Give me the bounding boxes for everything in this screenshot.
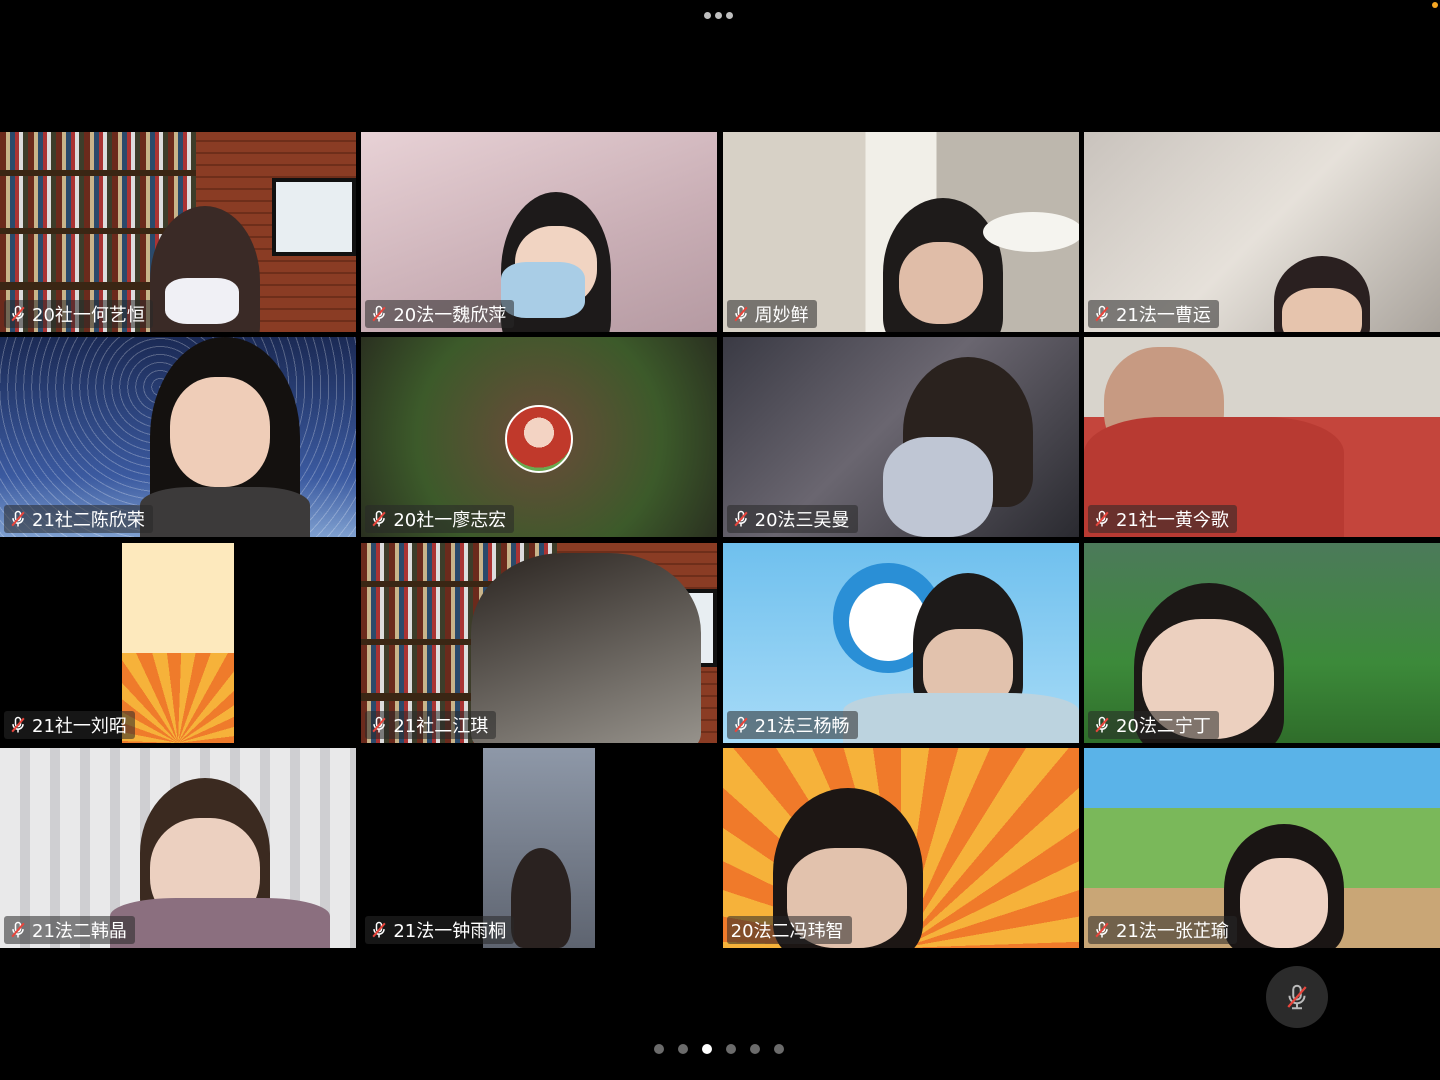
page-indicator[interactable] (654, 1044, 784, 1054)
video-tile[interactable]: 20法三吴曼 (722, 337, 1079, 538)
video-tile[interactable]: 20社一廖志宏 (361, 337, 718, 538)
participant-name-tag: 20法二冯玮智 (726, 915, 852, 944)
mic-muted-icon (1092, 509, 1112, 529)
mic-muted-icon (731, 715, 751, 735)
participant-name-tag: 21法二韩晶 (4, 915, 135, 944)
participant-name: 21社二陈欣荣 (32, 510, 145, 532)
mic-muted-icon (8, 509, 28, 529)
page-dot[interactable] (750, 1044, 760, 1054)
participant-name: 20法三吴曼 (754, 510, 850, 532)
mic-muted-icon (1282, 982, 1312, 1012)
participant-name: 21法一钟雨桐 (393, 920, 507, 942)
mic-toggle-button[interactable] (1266, 966, 1328, 1028)
video-tile[interactable]: 21法三杨畅 (722, 542, 1079, 743)
mic-muted-icon (8, 920, 28, 940)
participant-grid: 20社一何艺恒 20法一魏欣萍 周妙鲜 21法一曹运 21社二陈欣荣 20社一廖… (0, 132, 1440, 948)
participant-name-tag: 21法一曹运 (1087, 300, 1219, 328)
mic-muted-icon (1092, 920, 1112, 940)
participant-name: 20法二冯玮智 (730, 920, 844, 942)
participant-name-tag: 20法三吴曼 (726, 505, 858, 534)
page-dot[interactable] (726, 1044, 736, 1054)
page-dot[interactable] (702, 1044, 712, 1054)
participant-name-tag: 21社二江琪 (365, 710, 497, 739)
mic-muted-icon (731, 509, 751, 529)
participant-name-tag: 21法一钟雨桐 (365, 915, 515, 944)
video-tile[interactable]: 21法一曹运 (1083, 132, 1440, 332)
video-tile[interactable]: 20法二宁丁 (1083, 542, 1440, 743)
video-tile[interactable]: 21社一刘昭 (0, 542, 356, 743)
video-tile[interactable]: 21社一黄今歌 (1083, 337, 1440, 538)
page-dot[interactable] (654, 1044, 664, 1054)
page-dot[interactable] (678, 1044, 688, 1054)
mic-muted-icon (369, 715, 389, 735)
page-dot[interactable] (774, 1044, 784, 1054)
participant-name: 20法一魏欣萍 (393, 305, 507, 326)
participant-name: 21法三杨畅 (754, 715, 850, 737)
participant-name: 21法二韩晶 (32, 920, 127, 942)
mic-muted-icon (8, 715, 28, 735)
participant-name-tag: 21社一刘昭 (4, 710, 135, 739)
more-dots-icon[interactable] (704, 12, 733, 19)
participant-name: 周妙鲜 (754, 305, 809, 326)
participant-name: 21法一张芷瑜 (1115, 920, 1229, 942)
participant-name-tag: 21社二陈欣荣 (4, 505, 153, 534)
mic-muted-icon (8, 304, 28, 324)
video-tile[interactable]: 20法二冯玮智 (722, 747, 1079, 948)
video-tile[interactable]: 21法一钟雨桐 (361, 747, 718, 948)
video-tile[interactable]: 周妙鲜 (722, 132, 1079, 332)
participant-name: 20法二宁丁 (1115, 715, 1211, 737)
participant-name-tag: 21社一黄今歌 (1087, 505, 1237, 534)
video-tile[interactable]: 21社二江琪 (361, 542, 718, 743)
mic-muted-icon (369, 304, 389, 324)
status-indicator-dot (1432, 2, 1438, 8)
video-tile[interactable]: 21法一张芷瑜 (1083, 747, 1440, 948)
participant-name-tag: 21法三杨畅 (726, 710, 858, 739)
participant-name-tag: 20社一何艺恒 (4, 300, 153, 328)
video-tile[interactable]: 21社二陈欣荣 (0, 337, 356, 538)
mic-muted-icon (1092, 715, 1112, 735)
participant-name: 21社一黄今歌 (1115, 510, 1229, 532)
participant-name: 20社一廖志宏 (393, 510, 507, 532)
participant-name: 21社一刘昭 (32, 715, 127, 737)
mic-muted-icon (1092, 304, 1112, 324)
mic-muted-icon (731, 304, 751, 324)
participant-name-tag: 21法一张芷瑜 (1087, 915, 1237, 944)
video-tile[interactable]: 21法二韩晶 (0, 747, 356, 948)
participant-name-tag: 20社一廖志宏 (365, 505, 515, 534)
participant-name-tag: 周妙鲜 (726, 300, 817, 328)
participant-name: 21法一曹运 (1115, 305, 1211, 326)
video-tile[interactable]: 20社一何艺恒 (0, 132, 356, 332)
video-tile[interactable]: 20法一魏欣萍 (361, 132, 718, 332)
mic-muted-icon (369, 509, 389, 529)
participant-name-tag: 20法二宁丁 (1087, 710, 1219, 739)
participant-name: 20社一何艺恒 (32, 305, 145, 326)
participant-name-tag: 20法一魏欣萍 (365, 300, 515, 328)
participant-name: 21社二江琪 (393, 715, 489, 737)
mic-muted-icon (369, 920, 389, 940)
